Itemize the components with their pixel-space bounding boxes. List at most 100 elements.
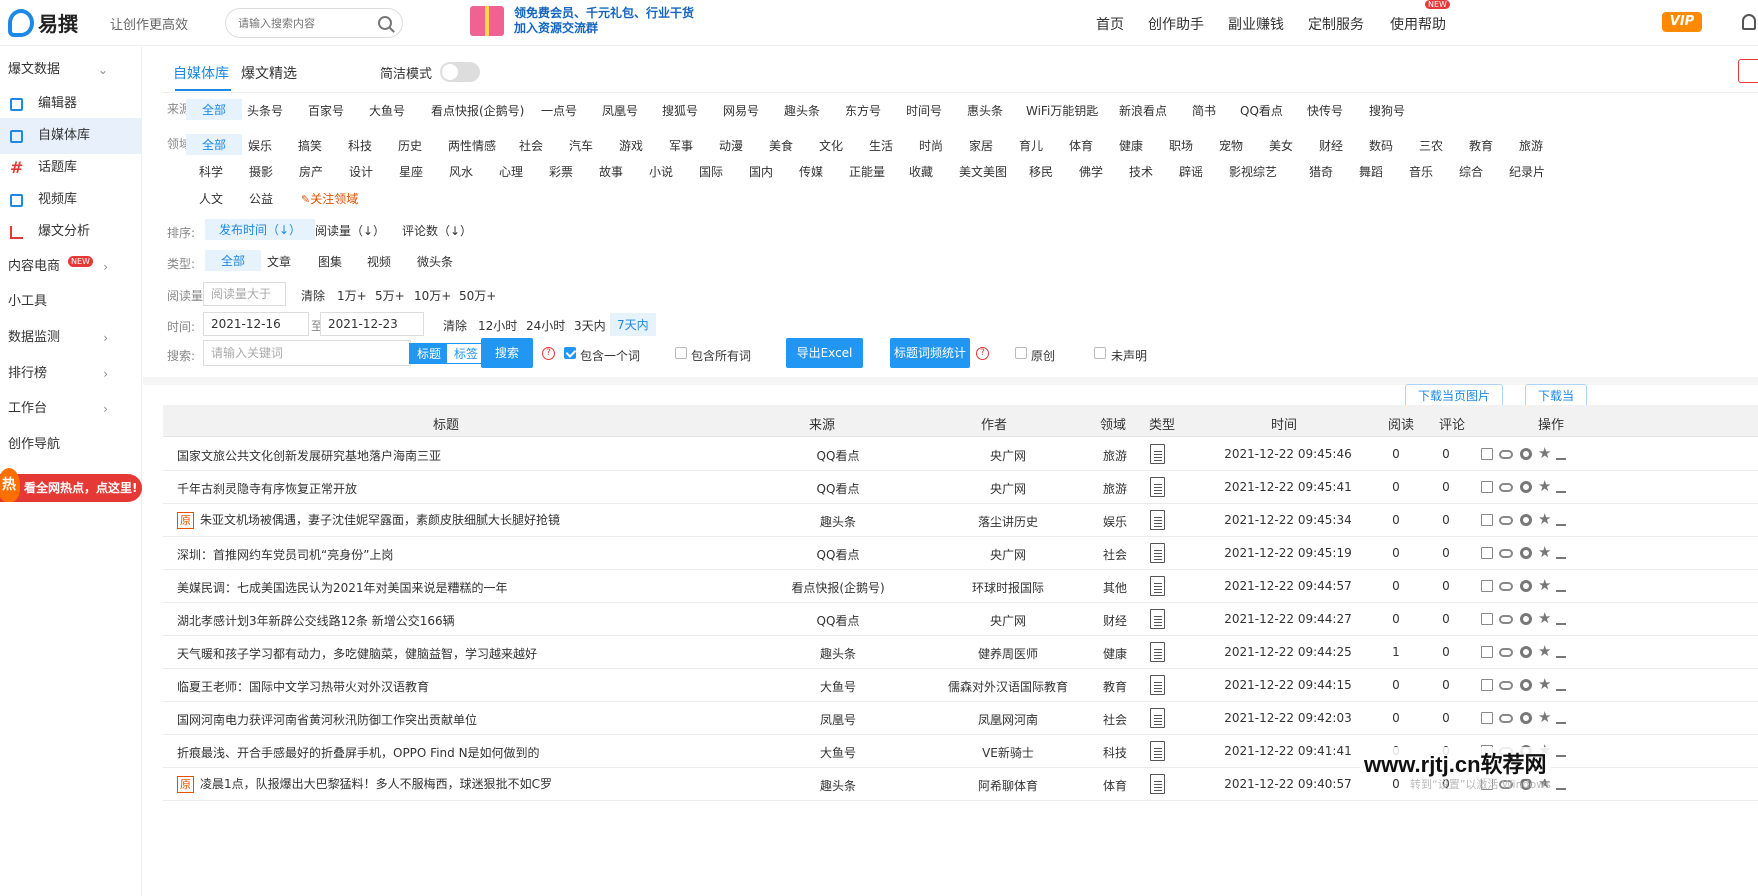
sort-reads[interactable]: 阅读量（↓） [315,222,385,239]
domain-r2-option[interactable]: 星座 [399,163,423,180]
domain-r2-option[interactable]: 国际 [699,163,723,180]
time-12h[interactable]: 12小时 [478,317,517,334]
article-author[interactable]: 儒森对外汉语国际教育 [933,678,1083,695]
article-title[interactable]: 国网河南电力获评河南省黄河秋汛防御工作突出贡献单位 [177,711,477,728]
article-title[interactable]: 原凌晨1点，队报爆出大巴黎猛料！多人不服梅西，球迷狠批不如C罗 [177,775,552,793]
col-title[interactable]: 标题 [433,414,459,433]
col-comments[interactable]: 评论 [1439,414,1465,433]
read-500k[interactable]: 50万+ [459,287,496,304]
domain-option[interactable]: 三农 [1419,137,1443,154]
time-3d[interactable]: 3天内 [574,317,606,334]
domain-option[interactable]: 育儿 [1019,137,1043,154]
logo[interactable]: 易撰 [8,8,78,37]
domain-r2-option[interactable]: 纪录片 [1509,163,1545,180]
note-icon[interactable] [1481,646,1493,658]
sidebar-item-monitoring[interactable]: 数据监测 › [0,320,142,356]
hot-topics-button[interactable]: 热 看全网热点，点这里! [0,468,142,502]
table-row[interactable]: 国家文旅公共文化创新发展研究基地落户海南三亚 QQ看点 央广网 旅游 2021-12-2… [163,438,1758,471]
col-domain[interactable]: 领域 [1100,414,1126,433]
nav-side-income[interactable]: 副业赚钱 [1228,14,1284,34]
article-author[interactable]: 央广网 [933,546,1083,563]
domain-option[interactable]: 美食 [769,137,793,154]
note-icon[interactable] [1481,514,1493,526]
article-title[interactable]: 美媒民调：七成美国选民认为2021年对美国来说是糟糕的一年 [177,579,508,596]
link-icon[interactable] [1499,516,1513,525]
sidebar-item-navigation[interactable]: 创作导航 [0,427,142,463]
source-option[interactable]: 大鱼号 [369,102,405,119]
star-icon[interactable]: ★ [1538,675,1554,693]
source-option[interactable]: 搜狗号 [1369,102,1405,119]
article-author[interactable]: VE新骑士 [933,744,1083,761]
link-icon[interactable] [1499,483,1513,492]
article-title[interactable]: 国家文旅公共文化创新发展研究基地落户海南三亚 [177,447,441,464]
type-gallery[interactable]: 图集 [318,253,342,270]
collect-button[interactable] [1738,59,1758,83]
nav-creation-assistant[interactable]: 创作助手 [1148,14,1204,34]
sidebar-item-workbench[interactable]: 工作台 › [0,391,142,427]
col-source[interactable]: 来源 [809,414,835,433]
source-option[interactable]: 全部 [186,99,243,120]
sidebar-item-rankings[interactable]: 排行榜 › [0,356,142,392]
note-icon[interactable] [1481,613,1493,625]
download-icon[interactable] [1556,613,1566,625]
domain-r2-option[interactable]: 收藏 [909,163,933,180]
settings-icon[interactable] [1520,580,1532,592]
domain-option[interactable]: 两性情感 [448,137,496,154]
sidebar-item-topics[interactable]: # 话题库 [0,150,142,186]
table-row[interactable]: 临夏王老师：国际中文学习热带火对外汉语教育 大鱼号 儒森对外汉语国际教育 教育 2021… [163,669,1758,702]
source-option[interactable]: 东方号 [845,102,881,119]
sidebar-item-editor[interactable]: 编辑器 [0,86,142,122]
title-word-freq-button[interactable]: 标题词频统计 [890,338,970,368]
source-option[interactable]: 趣头条 [784,102,820,119]
domain-option[interactable]: 科技 [348,137,372,154]
note-icon[interactable] [1481,679,1493,691]
sidebar-item-media-library[interactable]: 自媒体库 [0,118,142,154]
search-icon[interactable] [378,16,392,30]
type-micro-post[interactable]: 微头条 [417,253,453,270]
domain-r2-option[interactable]: 小说 [649,163,673,180]
time-24h[interactable]: 24小时 [526,317,565,334]
download-icon[interactable] [1556,547,1566,559]
link-icon[interactable] [1499,615,1513,624]
read-50k[interactable]: 5万+ [375,287,405,304]
star-icon[interactable]: ★ [1538,642,1554,660]
domain-option[interactable]: 旅游 [1519,137,1543,154]
time-end-input[interactable]: 2021-12-23 00:00 [320,312,424,353]
sidebar-item-content-ecommerce[interactable]: 内容电商 NEW › [0,249,142,285]
follow-domain-link[interactable]: ✎关注领域 [301,190,358,207]
tab-media-library[interactable]: 自媒体库 [173,63,229,83]
link-icon[interactable] [1499,648,1513,657]
domain-option[interactable]: 动漫 [719,137,743,154]
domain-r3-option[interactable]: 人文 [199,190,223,207]
keyword-input[interactable]: 请输入关键词 [203,340,411,366]
article-author[interactable]: 凤凰网河南 [933,711,1083,728]
nav-home[interactable]: 首页 [1096,14,1124,34]
domain-r3-option[interactable]: 公益 [249,190,273,207]
domain-option[interactable]: 时尚 [919,137,943,154]
domain-option[interactable]: 游戏 [619,137,643,154]
help-icon[interactable]: ? [976,347,989,360]
domain-r2-option[interactable]: 正能量 [849,163,885,180]
source-option[interactable]: QQ看点 [1240,102,1283,119]
download-icon[interactable] [1556,712,1566,724]
article-title[interactable]: 千年古刹灵隐寺有序恢复正常开放 [177,480,357,497]
domain-option[interactable]: 军事 [669,137,693,154]
table-row[interactable]: 深圳：首推网约车党员司机“亮身份”上岗 QQ看点 央广网 社会 2021-12-22 0… [163,537,1758,570]
domain-option[interactable]: 教育 [1469,137,1493,154]
settings-icon[interactable] [1520,514,1532,526]
star-icon[interactable]: ★ [1538,444,1554,462]
download-icon[interactable] [1556,580,1566,592]
article-title[interactable]: 天气暖和孩子学习都有动力，多吃健脑菜，健脑益智，学习越来越好 [177,645,537,662]
download-icon[interactable] [1556,679,1566,691]
domain-option[interactable]: 文化 [819,137,843,154]
note-icon[interactable] [1481,481,1493,493]
domain-r2-option[interactable]: 科学 [199,163,223,180]
domain-option[interactable]: 汽车 [569,137,593,154]
simple-mode-toggle[interactable] [440,62,480,82]
settings-icon[interactable] [1520,481,1532,493]
domain-option[interactable]: 健康 [1119,137,1143,154]
domain-r2-option[interactable]: 设计 [349,163,373,180]
domain-option[interactable]: 全部 [186,134,243,155]
original-checkbox[interactable] [1015,347,1027,359]
include-all-checkbox[interactable] [675,347,687,359]
